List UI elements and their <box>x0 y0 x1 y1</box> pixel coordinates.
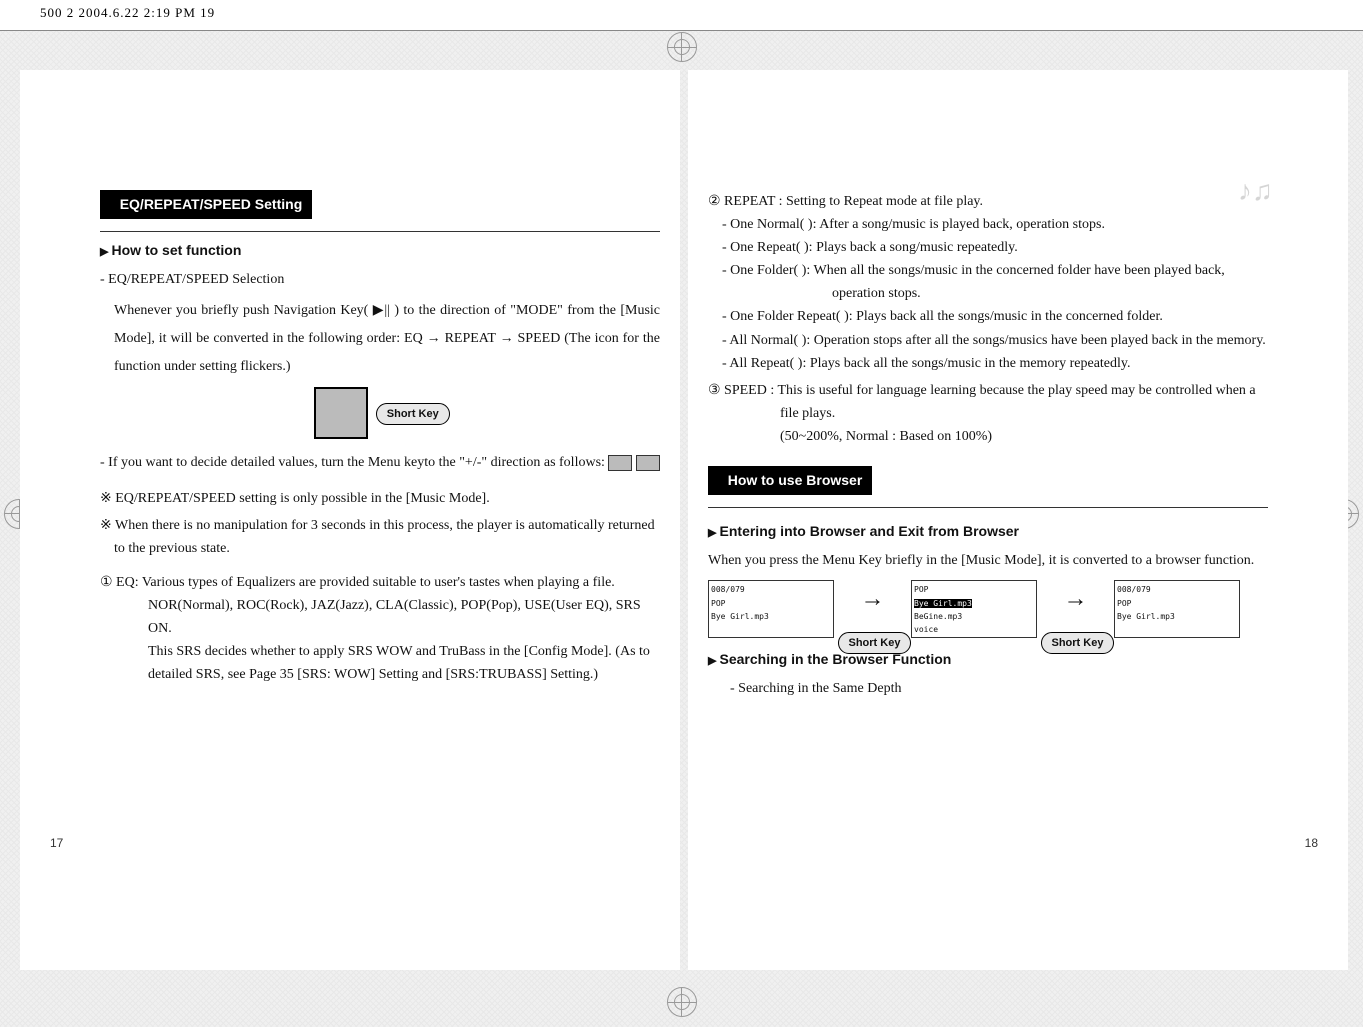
item-speed-range: (50~200%, Normal : Based on 100%) <box>708 425 1268 448</box>
lcd-screenshot-2: POP Bye Girl.mp3 BeGine.mp3 voice <box>911 580 1037 638</box>
repeat-all-normal: - All Normal( ): Operation stops after a… <box>708 329 1268 352</box>
paragraph-browser: When you press the Menu Key briefly in t… <box>708 549 1268 572</box>
subheader-searching: Searching in the Browser Function <box>708 648 1268 671</box>
item-repeat: ② REPEAT : Setting to Repeat mode at fil… <box>708 190 1268 213</box>
section-eq-repeat-speed: EQ/REPEAT/SPEED Setting <box>100 190 312 219</box>
shortkey-badge: Short Key <box>376 403 450 425</box>
meta-text: 500 2 2004.6.22 2:19 PM 19 <box>40 5 215 20</box>
menu-icon-2 <box>636 455 660 471</box>
paragraph-navigation: Whenever you briefly push Navigation Key… <box>100 297 660 381</box>
page-right: ♪♫ ② REPEAT : Setting to Repeat mode at … <box>688 70 1348 970</box>
page-left: EQ/REPEAT/SPEED Setting How to set funct… <box>20 70 680 970</box>
lcd-screenshot-1: 008/079 POP Bye Girl.mp3 <box>708 580 834 638</box>
note-3-seconds: ※ When there is no manipulation for 3 se… <box>100 514 660 560</box>
item-eq-modes: NOR(Normal), ROC(Rock), JAZ(Jazz), CLA(C… <box>100 594 660 640</box>
arrow-icon-2: → Short Key <box>1041 580 1111 630</box>
subheader-enter-exit-browser: Entering into Browser and Exit from Brow… <box>708 520 1268 543</box>
label-selection: - EQ/REPEAT/SPEED Selection <box>100 268 660 291</box>
registration-mark-top <box>667 32 697 62</box>
divider <box>100 231 660 232</box>
repeat-one-normal: - One Normal( ): After a song/music is p… <box>708 213 1268 236</box>
repeat-one-folder-repeat: - One Folder Repeat( ): Plays back all t… <box>708 305 1268 328</box>
arrow-icon-1: → Short Key <box>838 580 908 630</box>
repeat-one-repeat: - One Repeat( ): Plays back a song/music… <box>708 236 1268 259</box>
divider-2 <box>708 507 1268 508</box>
note-music-mode: ※ EQ/REPEAT/SPEED setting is only possib… <box>100 487 660 510</box>
page-number-right: 18 <box>1305 836 1318 850</box>
repeat-all-repeat: - All Repeat( ): Plays back all the song… <box>708 352 1268 375</box>
item-speed: ③ SPEED : This is useful for language le… <box>708 379 1268 425</box>
subheader-how-to-set: How to set function <box>100 239 660 262</box>
lcd-screenshot-3: 008/079 POP Bye Girl.mp3 <box>1114 580 1240 638</box>
device-icon <box>314 387 368 439</box>
shortkey-badge-3: Short Key <box>1041 632 1115 654</box>
item-eq: ① EQ: Various types of Equalizers are pr… <box>100 571 660 594</box>
paragraph-same-depth: - Searching in the Same Depth <box>708 677 1268 700</box>
paragraph-menu-key: - If you want to decide detailed values,… <box>100 449 660 477</box>
page-number-left: 17 <box>50 836 63 850</box>
menu-icon <box>608 455 632 471</box>
repeat-one-folder: - One Folder( ): When all the songs/musi… <box>708 259 1268 305</box>
registration-mark-bottom <box>667 987 697 1017</box>
section-browser: How to use Browser <box>708 466 872 495</box>
document-meta-strip: 500 2 2004.6.22 2:19 PM 19 <box>0 0 1363 31</box>
item-eq-srs: This SRS decides whether to apply SRS WO… <box>100 640 660 686</box>
